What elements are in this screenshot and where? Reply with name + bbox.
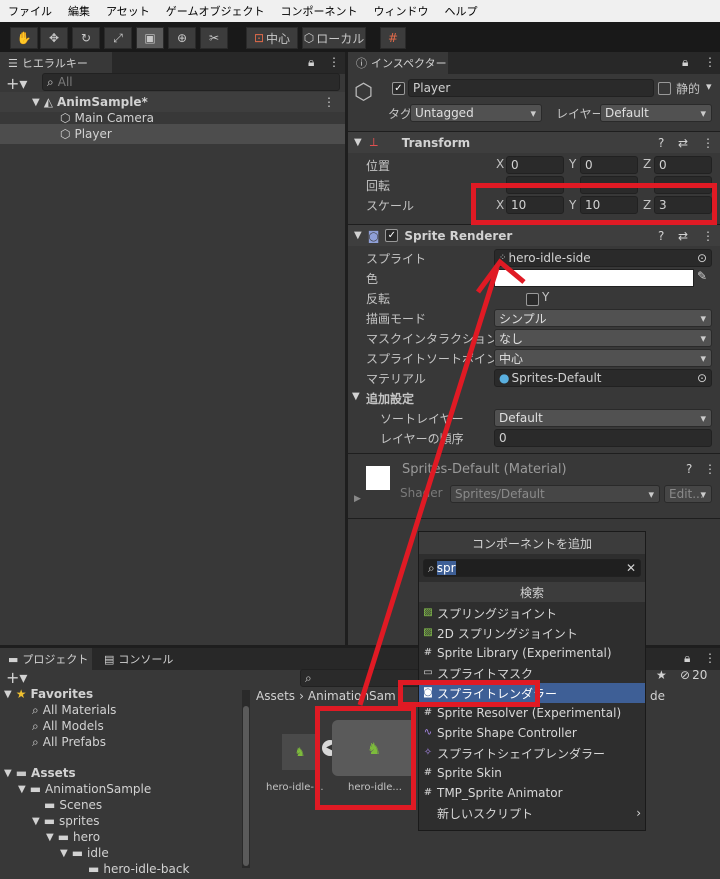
annotation-arrow-line — [357, 267, 500, 706]
annotation-arrow — [357, 258, 526, 706]
annotation-arrow-head — [475, 258, 526, 294]
